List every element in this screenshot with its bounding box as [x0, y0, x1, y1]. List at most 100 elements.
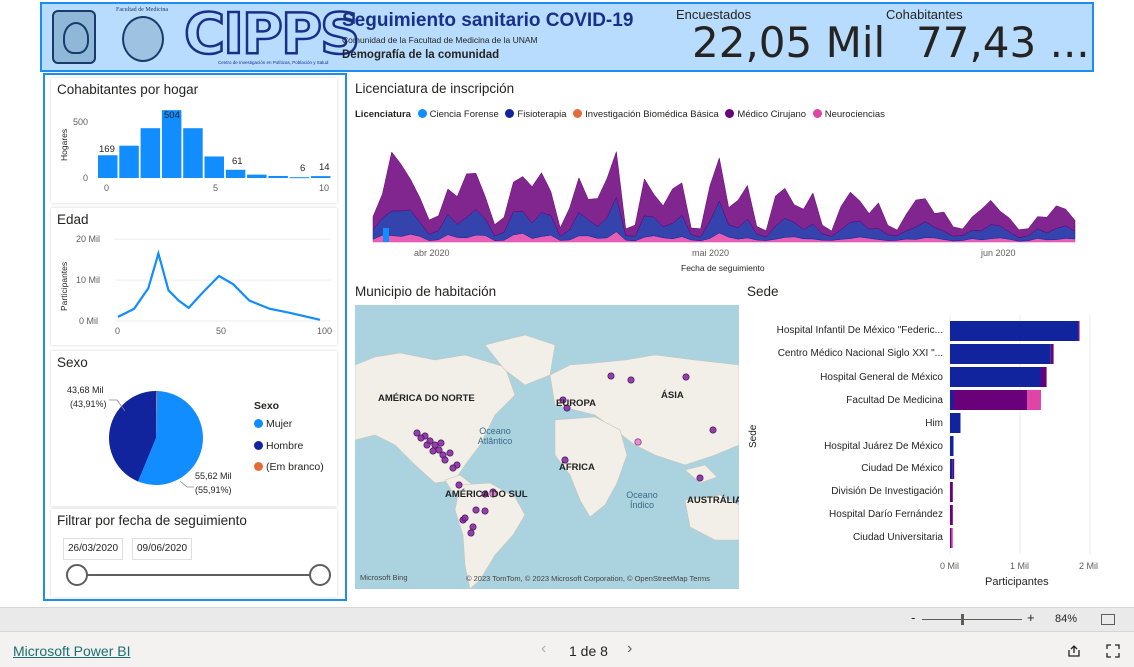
age-chart-card[interactable]: Edad Participantes 20 Mil 10 Mil 0 Mil 0…: [51, 208, 337, 345]
date-filter-card: Filtrar por fecha de seguimiento 26/03/2…: [51, 509, 337, 597]
share-icon[interactable]: [1067, 644, 1081, 658]
legend-item-medico-cirujano[interactable]: Médico Cirujano: [725, 109, 806, 120]
map-point[interactable]: [634, 438, 642, 446]
cohabitants-bar[interactable]: [140, 128, 161, 178]
map-point[interactable]: [607, 372, 615, 380]
cohabitants-bar[interactable]: [183, 128, 203, 178]
legend-dot: [573, 109, 583, 118]
site-bar-segment[interactable]: [1041, 367, 1047, 387]
site-bar-segment[interactable]: [950, 436, 954, 456]
map-copyright[interactable]: © 2023 TomTom, © 2023 Microsoft Corporat…: [466, 574, 710, 583]
zoom-in-button[interactable]: +: [1027, 610, 1035, 625]
legend-item-ciencia-forense[interactable]: Ciencia Forense: [417, 109, 499, 120]
site-bar-segment[interactable]: [952, 459, 955, 479]
municipality-map[interactable]: AMÉRICA DO NORTE EUROPA ÁSIA ÁFRICA AMÉR…: [355, 305, 739, 589]
degree-legend-title: Licenciatura: [355, 109, 411, 120]
zoom-slider-track[interactable]: [922, 619, 1022, 620]
map-point[interactable]: [441, 456, 449, 464]
map-point[interactable]: [455, 481, 463, 489]
legend-item-investigacion[interactable]: Investigación Biomédica Básica: [573, 109, 719, 120]
map-point[interactable]: [423, 441, 431, 449]
fullscreen-icon[interactable]: [1106, 644, 1120, 658]
report-page-name: Demografía de la comunidad: [342, 49, 500, 61]
cohabitants-bar[interactable]: [119, 145, 139, 178]
degree-area-chart[interactable]: [355, 140, 1085, 248]
site-category: Facultad De Medicina: [846, 395, 943, 406]
degree-area-ciencia-forense[interactable]: [383, 228, 389, 242]
date-slider-track[interactable]: [77, 574, 320, 576]
map-point[interactable]: [446, 449, 454, 457]
map-point[interactable]: [461, 514, 469, 522]
cohabitants-bar[interactable]: [289, 177, 310, 179]
map-point[interactable]: [467, 529, 475, 537]
date-slider-start-handle[interactable]: [66, 564, 88, 586]
site-bar-segment[interactable]: [951, 528, 953, 548]
site-bar-segment[interactable]: [1078, 321, 1080, 341]
legend-item-label: Neurociencias: [824, 109, 885, 120]
report-canvas: Facultad de Medicina CIPPS Centro de Inv…: [0, 0, 1134, 607]
map-point[interactable]: [481, 507, 489, 515]
cohabitants-bar[interactable]: [204, 156, 225, 178]
date-end-input[interactable]: 09/06/2020: [132, 538, 193, 560]
site-bar-segment[interactable]: [950, 321, 1079, 341]
site-bar-segment[interactable]: [950, 344, 1051, 364]
age-line[interactable]: [117, 249, 321, 321]
date-filter-title: Filtrar por fecha de seguimiento: [57, 513, 247, 528]
map-point[interactable]: [437, 439, 445, 447]
cohabitants-bar[interactable]: [311, 176, 331, 178]
site-bar-segment[interactable]: [953, 390, 1028, 410]
date-start-input[interactable]: 26/03/2020: [63, 538, 124, 560]
date-slider-end-handle[interactable]: [309, 564, 331, 586]
map-point[interactable]: [429, 447, 437, 455]
power-bi-link[interactable]: Microsoft Power BI: [13, 643, 130, 659]
site-bar-segment[interactable]: [950, 413, 961, 433]
site-bar-segment[interactable]: [950, 390, 954, 410]
cohabitants-bar[interactable]: [247, 174, 267, 178]
cohabitants-chart-card[interactable]: Cohabitantes por hogar Hogares 500 0 0 5…: [51, 78, 337, 203]
site-bar-segment[interactable]: [1027, 390, 1041, 410]
legend-item-fisioterapia[interactable]: Fisioterapia: [505, 109, 567, 120]
legend-item-hombre[interactable]: Hombre: [254, 440, 303, 452]
legend-dot: [254, 419, 263, 428]
site-bar-segment[interactable]: [1050, 344, 1054, 364]
cohabitants-bar[interactable]: [225, 169, 246, 178]
site-x-tick: 0 Mil: [940, 561, 960, 571]
map-point[interactable]: [682, 373, 690, 381]
cohabitants-bar[interactable]: [268, 175, 288, 178]
site-bar-chart[interactable]: [940, 315, 1110, 560]
fit-to-page-icon[interactable]: [1101, 614, 1115, 625]
site-bar-segment[interactable]: [950, 528, 952, 548]
sex-pie-chart[interactable]: [51, 351, 337, 506]
kpi-cohabitants-value[interactable]: 77,43 ...: [916, 18, 1090, 67]
sex-legend-title: Sexo: [254, 400, 280, 412]
zoom-out-button[interactable]: -: [911, 610, 915, 625]
map-point[interactable]: [627, 376, 635, 384]
next-page-icon[interactable]: ›: [627, 640, 632, 658]
legend-item-blank[interactable]: (Em branco): [254, 461, 324, 473]
cohabitants-bar-chart[interactable]: [51, 78, 337, 203]
previous-page-icon[interactable]: ‹: [541, 640, 546, 658]
site-bar-segment[interactable]: [950, 459, 953, 479]
map-point[interactable]: [469, 523, 477, 531]
site-bar-segment[interactable]: [950, 482, 953, 502]
cohabitants-bar[interactable]: [98, 155, 118, 178]
map-canvas[interactable]: [355, 305, 739, 589]
map-point[interactable]: [449, 464, 457, 472]
kpi-respondents-value[interactable]: 22,05 Mil: [692, 18, 885, 67]
zoom-slider-thumb[interactable]: [961, 614, 964, 625]
age-line-chart[interactable]: [51, 208, 337, 345]
cohabitants-x-tick: 5: [213, 183, 219, 193]
legend-item-neurociencias[interactable]: Neurociencias: [812, 109, 885, 120]
legend-item-mujer[interactable]: Mujer: [254, 418, 292, 430]
map-label-africa: ÁFRICA: [559, 462, 595, 473]
map-point[interactable]: [709, 426, 717, 434]
pie-leader-line[interactable]: [179, 480, 194, 488]
cohabitants-x-tick: 10: [319, 183, 330, 193]
sex-chart-card[interactable]: Sexo 43,68 Mil (43,91%) 55,62 Mil (55,91…: [51, 351, 337, 506]
site-bar-segment[interactable]: [950, 505, 953, 525]
map-point[interactable]: [472, 506, 480, 514]
map-point[interactable]: [696, 474, 704, 482]
map-point[interactable]: [417, 434, 425, 442]
site-bar-segment[interactable]: [950, 367, 1041, 387]
site-category: Hospital Darío Fernández: [829, 509, 943, 520]
